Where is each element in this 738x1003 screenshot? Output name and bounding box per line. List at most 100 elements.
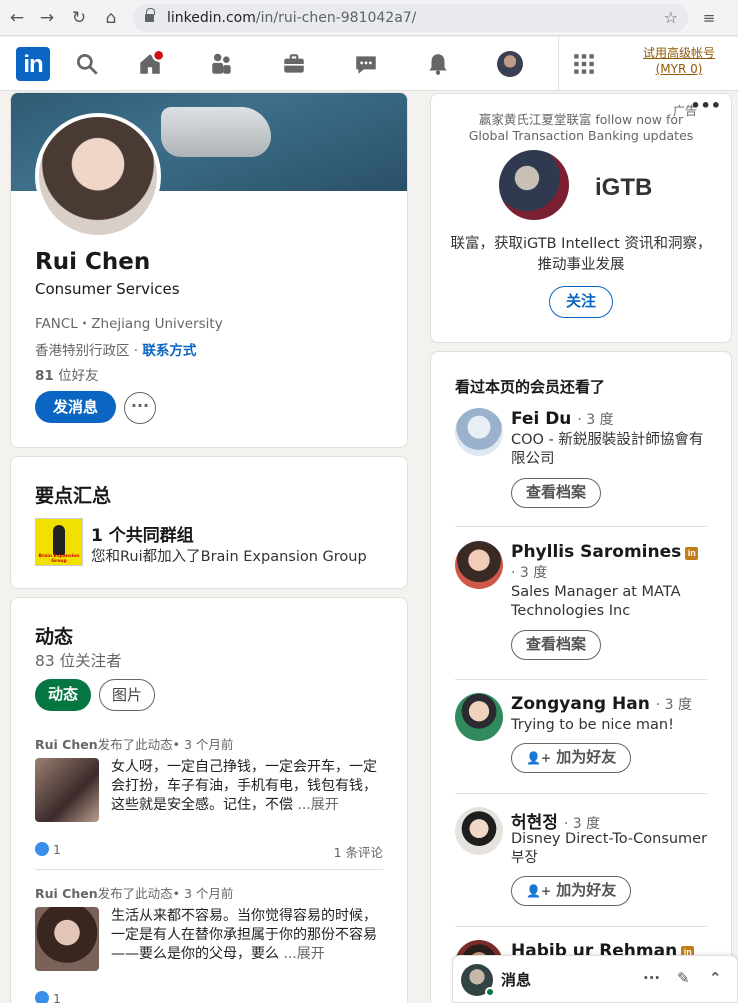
- shared-group-desc: 您和Rui都加入了Brain Expansion Group: [91, 549, 367, 565]
- person-degree-row: · 3 度: [511, 564, 711, 583]
- post-action: 发布了此动态• 3 个月前: [97, 886, 234, 901]
- profile-headline: Consumer Services: [35, 280, 180, 298]
- ad-text: 联富，获取iGTB Intellect 资讯和洞察，推动事业发展: [450, 236, 712, 273]
- connections-label: 位好友: [53, 368, 99, 384]
- person-avatar[interactable]: [455, 693, 503, 741]
- linkedin-logo[interactable]: in: [16, 47, 50, 81]
- lock-icon: [145, 8, 155, 23]
- reload-icon[interactable]: ↻: [68, 7, 90, 29]
- post-image[interactable]: [35, 907, 99, 971]
- forward-icon[interactable]: →: [36, 7, 58, 29]
- group-logo-caption: Brain Expansion Group: [38, 554, 80, 564]
- like-count: 1: [53, 842, 61, 857]
- activity-title: 动态: [35, 626, 74, 648]
- ad-card: 广告 ••• 赢家黄氏江夏堂联富 follow now for Global T…: [430, 93, 732, 343]
- person-separator: [455, 926, 707, 927]
- person-name-row[interactable]: Phyllis Saromines in: [511, 542, 699, 562]
- post-comments[interactable]: 1 条评论: [334, 842, 383, 861]
- me-avatar[interactable]: [497, 51, 523, 77]
- tab-activity[interactable]: 动态: [35, 679, 91, 711]
- post-likes[interactable]: 1: [35, 842, 61, 857]
- like-icon: [35, 842, 49, 856]
- premium-trial-link[interactable]: 试用高级帐号 (MYR 0): [630, 45, 728, 77]
- bookmark-star-icon[interactable]: ☆: [664, 4, 678, 32]
- post-action: 发布了此动态• 3 个月前: [97, 737, 234, 752]
- person-avatar[interactable]: [455, 541, 503, 589]
- person-name-row[interactable]: Fei Du · 3 度: [511, 409, 614, 429]
- followers-count: 83 位关注者: [35, 652, 122, 670]
- like-icon: [35, 991, 49, 1003]
- connect-button[interactable]: 👤+ 加为好友: [511, 876, 632, 906]
- expand-link[interactable]: ...展开: [297, 797, 338, 813]
- profile-location-row: 香港特别行政区 · 联系方式: [35, 343, 197, 359]
- post-header: Rui Chen发布了此动态• 3 个月前: [35, 883, 233, 902]
- message-button[interactable]: 发消息: [35, 391, 116, 423]
- ad-follow-button[interactable]: 关注: [549, 286, 613, 318]
- person-desc: Sales Manager at MATA Technologies Inc: [511, 584, 681, 619]
- person-separator: [455, 793, 707, 794]
- profile-location: 香港特别行政区: [35, 343, 130, 359]
- home-icon[interactable]: ⌂: [100, 7, 122, 29]
- view-profile-button[interactable]: 查看档案: [511, 478, 602, 508]
- add-person-icon: 👤+: [526, 884, 551, 898]
- banner-boat-image: [161, 107, 271, 157]
- connect-label: 加为好友: [556, 881, 617, 899]
- messaging-nav-icon[interactable]: [353, 51, 379, 77]
- home-nav-icon[interactable]: [137, 51, 163, 77]
- post-author[interactable]: Rui Chen: [35, 737, 98, 752]
- search-icon[interactable]: [74, 51, 100, 77]
- connect-label: 加为好友: [556, 748, 617, 766]
- post-text[interactable]: 女人呀，一定自己挣钱，一定会开车，一定会打扮，车子有油，手机有电，钱包有钱，这些…: [111, 758, 383, 815]
- group-logo[interactable]: Brain Expansion Group: [35, 518, 83, 566]
- contact-info-link[interactable]: 联系方式: [142, 343, 196, 359]
- connections-row: 81 位好友: [35, 364, 99, 384]
- person-avatar[interactable]: [455, 408, 503, 456]
- highlights-title: 要点汇总: [35, 485, 112, 507]
- person-desc: Disney Direct-To-Consumer 부장: [511, 831, 708, 866]
- tab-images[interactable]: 图片: [99, 679, 155, 711]
- back-icon[interactable]: ←: [6, 7, 28, 29]
- online-status-dot: [485, 987, 495, 997]
- person-name: Fei Du: [511, 409, 572, 429]
- notifications-icon[interactable]: [425, 51, 451, 77]
- highlights-card: 要点汇总 Brain Expansion Group 1 个共同群组 您和Rui…: [10, 456, 408, 589]
- jobs-icon[interactable]: [281, 51, 307, 77]
- person-separator: [455, 526, 707, 527]
- ad-subtitle: 赢家黄氏江夏堂联富 follow now for Global Transact…: [468, 112, 694, 143]
- person-separator: [455, 679, 707, 680]
- connections-count: 81: [35, 368, 54, 384]
- connect-button[interactable]: 👤+ 加为好友: [511, 743, 632, 773]
- ad-company-logo: iGTB: [595, 174, 653, 201]
- expand-link[interactable]: ...展开: [283, 946, 324, 962]
- person-degree: · 3 度: [577, 412, 614, 428]
- messaging-options-icon[interactable]: ···: [643, 969, 660, 987]
- network-icon[interactable]: [209, 51, 235, 77]
- profile-company-edu: FANCL・Zhejiang University: [35, 316, 223, 332]
- reading-list-icon[interactable]: ≡: [698, 7, 720, 29]
- post-separator: [35, 869, 383, 870]
- post-likes[interactable]: 1: [35, 991, 61, 1003]
- premium-badge-icon: in: [685, 547, 699, 560]
- shared-group-title[interactable]: 1 个共同群组: [91, 521, 194, 546]
- person-desc: COO - 新鋭服裝設計師協會有限公司: [511, 432, 704, 467]
- post-text[interactable]: 生活从来都不容易。当你觉得容易的时候，一定是有人在替你承担属于你的那份不容易——…: [111, 907, 383, 964]
- person-desc: Trying to be nice man!: [511, 717, 674, 733]
- address-bar[interactable]: linkedin.com/in/rui-chen-981042a7/ ☆: [133, 4, 688, 32]
- compose-icon[interactable]: ✎: [677, 969, 690, 987]
- person-name-row[interactable]: Zongyang Han · 3 度: [511, 694, 692, 714]
- profile-card: Rui Chen Consumer Services FANCL・Zhejian…: [10, 92, 408, 448]
- activity-card: 动态 83 位关注者 动态 图片 Rui Chen发布了此动态• 3 个月前 女…: [10, 597, 408, 1003]
- premium-line1: 试用高级帐号: [642, 46, 715, 60]
- profile-photo[interactable]: [35, 113, 161, 239]
- header-divider: [558, 37, 559, 91]
- post-author[interactable]: Rui Chen: [35, 886, 98, 901]
- messaging-label: 消息: [501, 971, 532, 989]
- post-image[interactable]: [35, 758, 99, 822]
- chevron-up-icon[interactable]: ⌃: [709, 969, 722, 987]
- more-actions-button[interactable]: ···: [124, 392, 156, 424]
- view-profile-button[interactable]: 查看档案: [511, 630, 602, 660]
- apps-grid-icon[interactable]: [571, 51, 597, 77]
- messaging-bar[interactable]: 消息 ··· ✎ ⌃: [452, 955, 738, 1003]
- person-avatar[interactable]: [455, 807, 503, 855]
- person-degree: · 3 度: [511, 565, 548, 581]
